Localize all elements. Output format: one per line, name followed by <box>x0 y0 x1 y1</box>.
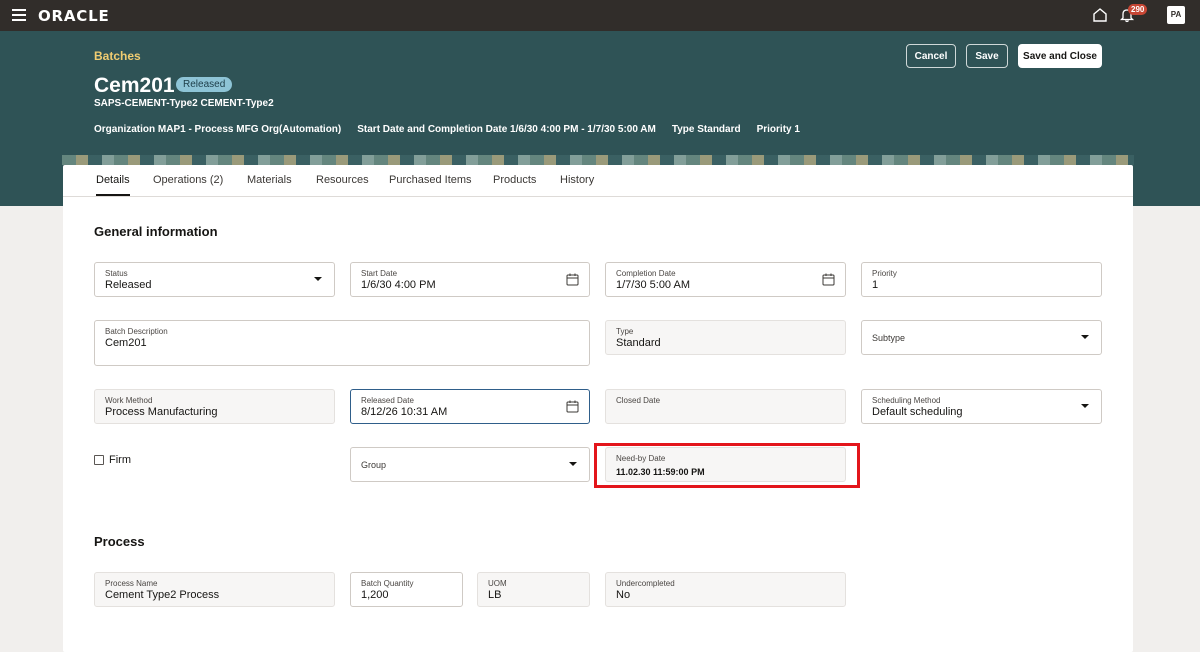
work-method-label: Work Method <box>105 396 153 405</box>
start-date-value: 1/6/30 4:00 PM <box>361 279 436 291</box>
group-label: Group <box>361 460 387 470</box>
page-title: Cem201 <box>94 74 175 97</box>
process-title: Process <box>94 534 145 549</box>
tab-bar: Details Operations (2) Materials Resourc… <box>63 165 1133 197</box>
chevron-down-icon[interactable] <box>1081 404 1089 408</box>
active-tab-indicator <box>96 194 130 196</box>
priority-field[interactable]: Priority 1 <box>861 262 1102 297</box>
breadcrumb[interactable]: Batches <box>94 49 141 63</box>
status-label: Status <box>105 269 128 278</box>
batch-description-field[interactable]: Batch Description Cem201 <box>94 320 590 366</box>
type-field: Type Standard <box>605 320 846 355</box>
start-date-label: Start Date <box>361 269 398 278</box>
undercompleted-label: Undercompleted <box>616 579 675 588</box>
uom-value: LB <box>488 589 502 601</box>
highlight-box <box>594 443 860 488</box>
batch-description-value: Cem201 <box>105 337 147 349</box>
tab-products[interactable]: Products <box>493 174 536 186</box>
subtype-label: Subtype <box>872 333 906 343</box>
process-name-field: Process Name Cement Type2 Process <box>94 572 335 607</box>
batch-quantity-label: Batch Quantity <box>361 579 414 588</box>
batch-description-label: Batch Description <box>105 327 168 336</box>
tab-materials[interactable]: Materials <box>247 174 292 186</box>
tab-details[interactable]: Details <box>96 174 130 186</box>
home-icon[interactable] <box>1092 7 1108 23</box>
released-date-label: Released Date <box>361 396 414 405</box>
meta-priority: Priority 1 <box>756 124 800 135</box>
meta-dates: Start Date and Completion Date 1/6/30 4:… <box>357 124 656 135</box>
group-select[interactable]: Group <box>350 447 590 482</box>
chevron-down-icon[interactable] <box>569 462 577 466</box>
type-label: Type <box>616 327 634 336</box>
calendar-icon[interactable] <box>822 273 835 286</box>
status-badge: Released <box>176 77 233 92</box>
tab-operations[interactable]: Operations (2) <box>153 174 223 186</box>
tab-history[interactable]: History <box>560 174 594 186</box>
status-select[interactable]: Status Released <box>94 262 335 297</box>
scheduling-method-select[interactable]: Scheduling Method Default scheduling <box>861 389 1102 424</box>
completion-date-field[interactable]: Completion Date 1/7/30 5:00 AM <box>605 262 846 297</box>
calendar-icon[interactable] <box>566 400 579 413</box>
header-meta: Organization MAP1 - Process MFG Org(Auto… <box>94 124 800 135</box>
avatar[interactable]: PA <box>1167 6 1185 24</box>
priority-value: 1 <box>872 279 879 291</box>
save-button[interactable]: Save <box>966 44 1008 68</box>
decorative-pattern <box>62 155 1134 165</box>
notification-badge: 290 <box>1128 4 1148 15</box>
global-header: ORACLE 290 PA <box>0 0 1200 31</box>
menu-icon[interactable] <box>12 9 26 21</box>
subtype-select[interactable]: Subtype <box>861 320 1102 355</box>
closed-date-field: Closed Date <box>605 389 846 424</box>
oracle-logo: ORACLE <box>38 7 110 25</box>
undercompleted-field: Undercompleted No <box>605 572 846 607</box>
process-name-label: Process Name <box>105 579 158 588</box>
released-date-value: 8/12/26 10:31 AM <box>361 406 448 418</box>
batch-quantity-value: 1,200 <box>361 589 389 601</box>
details-card: Details Operations (2) Materials Resourc… <box>63 165 1133 652</box>
closed-date-label: Closed Date <box>616 396 661 405</box>
start-date-field[interactable]: Start Date 1/6/30 4:00 PM <box>350 262 590 297</box>
work-method-field: Work Method Process Manufacturing <box>94 389 335 424</box>
meta-type: Type Standard <box>671 124 741 135</box>
process-name-value: Cement Type2 Process <box>105 589 220 601</box>
uom-label: UOM <box>488 579 507 588</box>
save-and-close-button[interactable]: Save and Close <box>1018 44 1102 68</box>
status-value: Released <box>105 279 152 291</box>
undercompleted-value: No <box>616 589 631 601</box>
priority-label: Priority <box>872 269 897 278</box>
firm-label: Firm <box>109 454 131 466</box>
tab-resources[interactable]: Resources <box>316 174 369 186</box>
scheduling-method-label: Scheduling Method <box>872 396 941 405</box>
completion-date-label: Completion Date <box>616 269 676 278</box>
cancel-button[interactable]: Cancel <box>906 44 956 68</box>
completion-date-value: 1/7/30 5:00 AM <box>616 279 690 291</box>
chevron-down-icon[interactable] <box>314 277 322 281</box>
general-information-title: General information <box>94 224 218 239</box>
released-date-field[interactable]: Released Date 8/12/26 10:31 AM <box>350 389 590 424</box>
work-method-value: Process Manufacturing <box>105 406 218 418</box>
calendar-icon[interactable] <box>566 273 579 286</box>
type-value: Standard <box>616 337 661 349</box>
firm-checkbox[interactable] <box>94 455 104 465</box>
chevron-down-icon[interactable] <box>1081 335 1089 339</box>
page-subtitle: SAPS-CEMENT-Type2 CEMENT-Type2 <box>94 98 274 109</box>
tab-purchased-items[interactable]: Purchased Items <box>389 174 472 186</box>
uom-field: UOM LB <box>477 572 590 607</box>
scheduling-method-value: Default scheduling <box>872 406 963 418</box>
batch-quantity-field[interactable]: Batch Quantity 1,200 <box>350 572 463 607</box>
meta-organization: Organization MAP1 - Process MFG Org(Auto… <box>94 124 342 135</box>
